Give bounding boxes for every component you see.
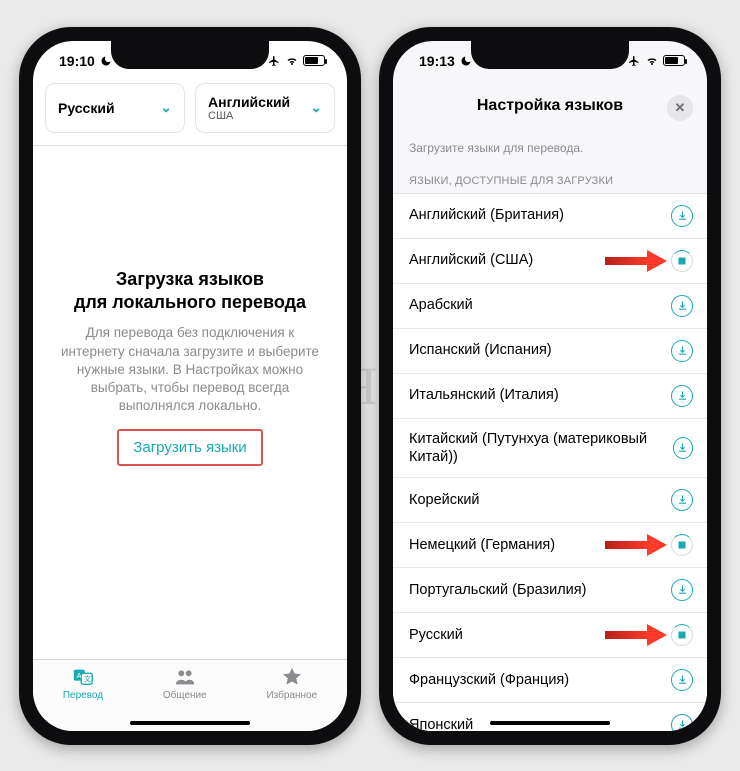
tab-label: Перевод [63, 690, 103, 701]
people-icon [172, 666, 198, 688]
section-header: ЯЗЫКИ, ДОСТУПНЫЕ ДЛЯ ЗАГРУЗКИ [393, 159, 707, 193]
tab-label: Общение [163, 690, 207, 701]
source-language-selector[interactable]: Русский ⌄ [45, 83, 185, 133]
hint-text: Загрузите языки для перевода. [393, 127, 707, 159]
download-icon[interactable] [673, 437, 693, 459]
svg-text:A: A [77, 670, 82, 679]
language-row[interactable]: Корейский [393, 478, 707, 523]
language-label: Французский (Франция) [409, 671, 569, 689]
notch [111, 41, 269, 69]
source-language-label: Русский [58, 100, 115, 116]
callout-arrow [605, 624, 667, 646]
language-row[interactable]: Арабский [393, 284, 707, 329]
download-progress-icon[interactable] [671, 624, 693, 646]
download-icon[interactable] [671, 579, 693, 601]
download-icon[interactable] [671, 385, 693, 407]
target-language-label: Английский [208, 94, 290, 110]
airplane-icon [627, 55, 641, 67]
empty-title: Загрузка языков для локального перевода [74, 268, 306, 315]
chevron-down-icon: ⌄ [310, 99, 322, 116]
tab-label: Избранное [266, 690, 317, 701]
language-row[interactable]: Китайский (Путунхуа (материковый Китай)) [393, 419, 707, 478]
wifi-icon [285, 55, 299, 67]
modal-title: Настройка языков [477, 97, 623, 115]
chevron-down-icon: ⌄ [160, 99, 172, 116]
language-label: Арабский [409, 296, 473, 314]
language-row[interactable]: Итальянский (Италия) [393, 374, 707, 419]
modal-header: Настройка языков ✕ [393, 81, 707, 127]
language-pair-bar: Русский ⌄ Английский США ⌄ [33, 81, 347, 146]
download-icon[interactable] [671, 340, 693, 362]
status-time: 19:10 [59, 53, 95, 69]
language-label: Португальский (Бразилия) [409, 581, 586, 599]
language-row[interactable]: Немецкий (Германия) [393, 523, 707, 568]
language-row[interactable]: Испанский (Испания) [393, 329, 707, 374]
dnd-moon-icon [100, 55, 112, 67]
language-label: Русский [409, 626, 463, 644]
status-time: 19:13 [419, 53, 455, 69]
phone-left: 19:10 Русский ⌄ Английский США [19, 27, 361, 745]
home-indicator[interactable] [490, 721, 610, 725]
target-language-selector[interactable]: Английский США ⌄ [195, 83, 335, 133]
svg-text:文: 文 [84, 674, 92, 683]
language-label: Немецкий (Германия) [409, 536, 555, 554]
dnd-moon-icon [460, 55, 472, 67]
language-label: Корейский [409, 491, 480, 509]
target-language-sub: США [208, 110, 290, 122]
tab-favorites[interactable]: Избранное [266, 666, 317, 701]
download-icon[interactable] [671, 205, 693, 227]
battery-icon [303, 55, 325, 66]
download-icon[interactable] [671, 714, 693, 731]
tab-chat[interactable]: Общение [163, 666, 207, 701]
language-row[interactable]: Японский [393, 703, 707, 731]
language-list: Английский (Британия) Английский (США) Ара… [393, 193, 707, 731]
callout-arrow [605, 250, 667, 272]
download-progress-icon[interactable] [671, 534, 693, 556]
home-indicator[interactable] [130, 721, 250, 725]
language-label: Английский (Британия) [409, 206, 564, 224]
phone-right: 19:13 Настройка языков ✕ Загрузите языки… [379, 27, 721, 745]
language-row[interactable]: Английский (Британия) [393, 194, 707, 239]
language-label: Японский [409, 716, 473, 731]
star-icon [279, 666, 305, 688]
wifi-icon [645, 55, 659, 67]
notch [471, 41, 629, 69]
download-progress-icon[interactable] [671, 250, 693, 272]
language-row[interactable]: Португальский (Бразилия) [393, 568, 707, 613]
close-icon: ✕ [675, 100, 686, 116]
airplane-icon [267, 55, 281, 67]
download-icon[interactable] [671, 669, 693, 691]
download-languages-button[interactable]: Загрузить языки [117, 429, 262, 466]
language-label: Китайский (Путунхуа (материковый Китай)) [409, 430, 673, 466]
language-row[interactable]: Французский (Франция) [393, 658, 707, 703]
language-label: Английский (США) [409, 251, 533, 269]
callout-arrow [605, 534, 667, 556]
translate-icon: A文 [70, 666, 96, 688]
close-button[interactable]: ✕ [667, 95, 693, 121]
tab-translate[interactable]: A文 Перевод [63, 666, 103, 701]
language-label: Итальянский (Италия) [409, 386, 559, 404]
empty-description: Для перевода без подключения к интернету… [59, 324, 321, 415]
language-row[interactable]: Русский [393, 613, 707, 658]
download-icon[interactable] [671, 489, 693, 511]
empty-state: Загрузка языков для локального перевода … [33, 146, 347, 659]
language-row[interactable]: Английский (США) [393, 239, 707, 284]
language-label: Испанский (Испания) [409, 341, 552, 359]
battery-icon [663, 55, 685, 66]
download-icon[interactable] [671, 295, 693, 317]
